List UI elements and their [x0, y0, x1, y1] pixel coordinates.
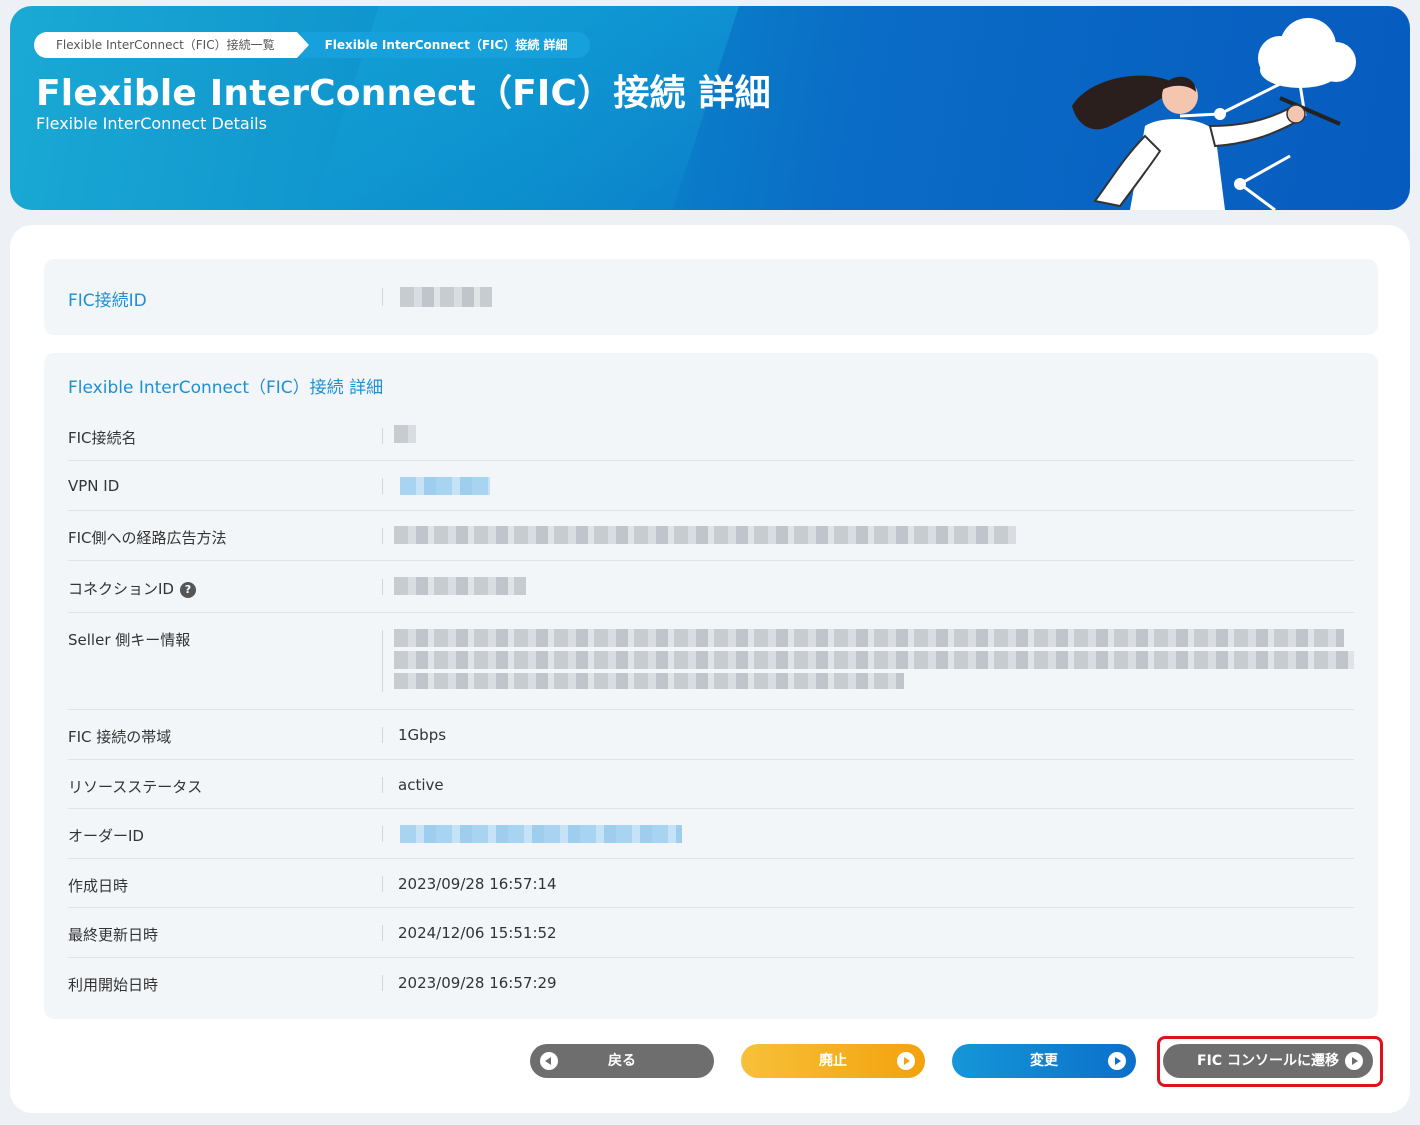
row-label: リソースステータス [68, 778, 203, 796]
main-card: FIC接続ID Flexible InterConnect（FIC）接続 詳細 … [10, 225, 1410, 1113]
fic-id-value-redacted [400, 287, 492, 307]
breadcrumb: Flexible InterConnect（FIC）接続一覧 Flexible … [34, 32, 590, 58]
change-button[interactable]: 変更 [952, 1044, 1136, 1078]
breadcrumb-item-current: Flexible InterConnect（FIC）接続 詳細 [300, 32, 590, 58]
detail-panel: Flexible InterConnect（FIC）接続 詳細 FIC接続名 V… [44, 353, 1378, 1019]
breadcrumb-item-list[interactable]: Flexible InterConnect（FIC）接続一覧 [34, 32, 309, 58]
detail-row-order-id: オーダーID [68, 809, 1354, 859]
row-label: 利用開始日時 [68, 976, 159, 994]
detail-row-resource-status: リソースステータス active [68, 760, 1354, 809]
detail-row-connection-id: コネクションID? [68, 561, 1354, 613]
detail-row-fic-name: FIC接続名 [68, 411, 1354, 461]
row-label: FIC接続名 [68, 429, 137, 447]
arrow-left-icon [540, 1052, 558, 1070]
resource-status-value: active [398, 776, 444, 794]
route-advertise-value-redacted [394, 526, 1016, 544]
page-subtitle: Flexible InterConnect Details [36, 114, 267, 133]
highlight-box [1157, 1036, 1383, 1087]
started-at-value: 2023/09/28 16:57:29 [398, 974, 557, 992]
detail-row-updated-at: 最終更新日時 2024/12/06 15:51:52 [68, 908, 1354, 958]
order-id-link-redacted[interactable] [400, 825, 682, 843]
arrow-right-icon [897, 1052, 915, 1070]
detail-row-bandwidth: FIC 接続の帯域 1Gbps [68, 710, 1354, 760]
vpn-id-link-redacted[interactable] [400, 477, 490, 495]
seller-key-value-redacted [394, 629, 1344, 647]
connection-id-value-redacted [394, 577, 526, 595]
row-label: コネクションID? [68, 578, 196, 599]
header-banner: Flexible InterConnect（FIC）接続一覧 Flexible … [10, 6, 1410, 210]
fic-name-value-redacted [394, 425, 416, 443]
row-label: オーダーID [68, 827, 144, 845]
fic-id-panel: FIC接続ID [44, 259, 1378, 335]
connection-id-label: コネクションID [68, 580, 174, 598]
back-button[interactable]: 戻る [530, 1044, 714, 1078]
row-label: Seller 側キー情報 [68, 631, 191, 649]
page-title: Flexible InterConnect（FIC）接続 詳細 [36, 73, 771, 114]
abolish-button-label: 廃止 [819, 1053, 847, 1069]
section-title: Flexible InterConnect（FIC）接続 詳細 [68, 378, 384, 398]
detail-row-route-advertise: FIC側への経路広告方法 [68, 511, 1354, 561]
updated-at-value: 2024/12/06 15:51:52 [398, 924, 557, 942]
detail-row-created-at: 作成日時 2023/09/28 16:57:14 [68, 859, 1354, 908]
created-at-value: 2023/09/28 16:57:14 [398, 875, 557, 893]
row-label: FIC側への経路広告方法 [68, 529, 227, 547]
row-label: FIC 接続の帯域 [68, 728, 172, 746]
row-label: 最終更新日時 [68, 926, 159, 944]
help-icon[interactable]: ? [179, 582, 196, 598]
row-label: VPN ID [68, 477, 120, 495]
bandwidth-value: 1Gbps [398, 726, 447, 744]
change-button-label: 変更 [1030, 1053, 1058, 1069]
back-button-label: 戻る [608, 1053, 636, 1069]
arrow-right-icon [1108, 1052, 1126, 1070]
detail-row-vpn-id: VPN ID [68, 461, 1354, 511]
detail-row-started-at: 利用開始日時 2023/09/28 16:57:29 [68, 958, 1354, 1008]
abolish-button[interactable]: 廃止 [741, 1044, 925, 1078]
fic-id-label: FIC接続ID [68, 291, 147, 311]
detail-row-seller-key: Seller 側キー情報 [68, 613, 1354, 710]
row-label: 作成日時 [68, 877, 129, 895]
cloud-illustration [1072, 18, 1356, 210]
